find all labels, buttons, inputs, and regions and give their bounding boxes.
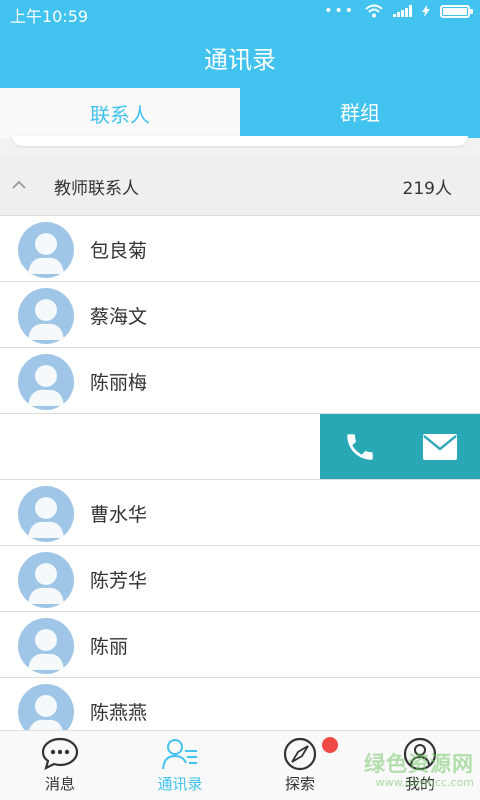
user-silhouette-icon (29, 695, 63, 730)
group-name: 教师联系人 (54, 179, 139, 199)
nav-contacts[interactable]: 通讯录 (120, 731, 240, 800)
avatar (18, 486, 74, 542)
avatar (18, 354, 74, 410)
user-silhouette-icon (28, 563, 64, 604)
battery-icon (440, 4, 473, 18)
user-silhouette-icon (28, 233, 64, 274)
group-count: 219人 (402, 179, 452, 199)
contact-row[interactable]: 陈丽梅 (0, 348, 480, 414)
nav-profile[interactable]: 我的 (360, 731, 480, 800)
contact-name: 包良菊 (90, 240, 148, 262)
compass-icon (283, 737, 317, 771)
signal-icon (393, 5, 412, 17)
contact-name: 陈燕燕 (90, 702, 148, 724)
call-button[interactable] (320, 414, 400, 479)
swipe-action-pane (320, 414, 480, 479)
user-silhouette-icon (28, 629, 64, 670)
contact-name: 蔡海文 (90, 306, 148, 328)
contact-row[interactable]: 蔡海文 (0, 282, 480, 348)
user-silhouette-icon (28, 299, 64, 340)
tab-bar: 联系人 群组 (0, 84, 480, 138)
avatar (18, 552, 74, 608)
notification-dots: ••• (324, 3, 355, 19)
contact-row-swiped[interactable] (0, 414, 480, 480)
page-title: 通讯录 (204, 46, 276, 74)
status-time: 上午10:59 (10, 7, 89, 26)
profile-icon (403, 737, 437, 771)
nav-label: 我的 (404, 775, 435, 793)
contacts-icon (162, 739, 197, 770)
avatar (18, 618, 74, 674)
mail-icon (423, 433, 457, 460)
contact-name: 曹水华 (90, 504, 148, 526)
contact-row[interactable]: 包良菊 (0, 216, 480, 282)
search-strip (0, 136, 480, 154)
avatar (18, 684, 74, 730)
nav-label: 通讯录 (157, 775, 203, 793)
contact-list: 包良菊 蔡海文 陈丽梅 曹水华 陈芳华 陈丽 陈燕燕 (0, 216, 480, 730)
wifi-icon (365, 4, 383, 18)
contact-name: 陈丽 (90, 636, 129, 658)
title-bar: 通讯录 (0, 26, 480, 84)
tab-contacts[interactable]: 联系人 (0, 84, 240, 138)
user-silhouette-icon (28, 365, 64, 406)
group-header[interactable]: 教师联系人 219人 (0, 154, 480, 216)
contact-name: 陈芳华 (90, 570, 148, 592)
chevron-up-icon (12, 180, 26, 189)
tab-groups[interactable]: 群组 (240, 84, 480, 138)
contact-row[interactable]: 曹水华 (0, 480, 480, 546)
nav-label: 探索 (284, 775, 315, 793)
avatar (18, 288, 74, 344)
contact-row[interactable]: 陈丽 (0, 612, 480, 678)
nav-messages[interactable]: 消息 (0, 731, 120, 800)
status-icons: ••• (324, 3, 473, 19)
charging-icon (422, 5, 430, 17)
nav-explore[interactable]: 探索 (240, 731, 360, 800)
avatar (18, 222, 74, 278)
bottom-nav: 消息 通讯录 探索 我的 (0, 730, 480, 800)
search-bar[interactable] (12, 136, 468, 146)
chat-bubble-icon (41, 737, 79, 771)
contact-row[interactable]: 陈燕燕 (0, 678, 480, 730)
phone-icon (347, 433, 373, 460)
status-bar: 上午10:59 ••• (0, 0, 480, 26)
message-button[interactable] (400, 414, 480, 479)
nav-label: 消息 (44, 775, 75, 793)
contact-name: 陈丽梅 (90, 372, 148, 394)
notification-badge (322, 737, 338, 753)
contact-row[interactable]: 陈芳华 (0, 546, 480, 612)
user-silhouette-icon (28, 497, 64, 538)
